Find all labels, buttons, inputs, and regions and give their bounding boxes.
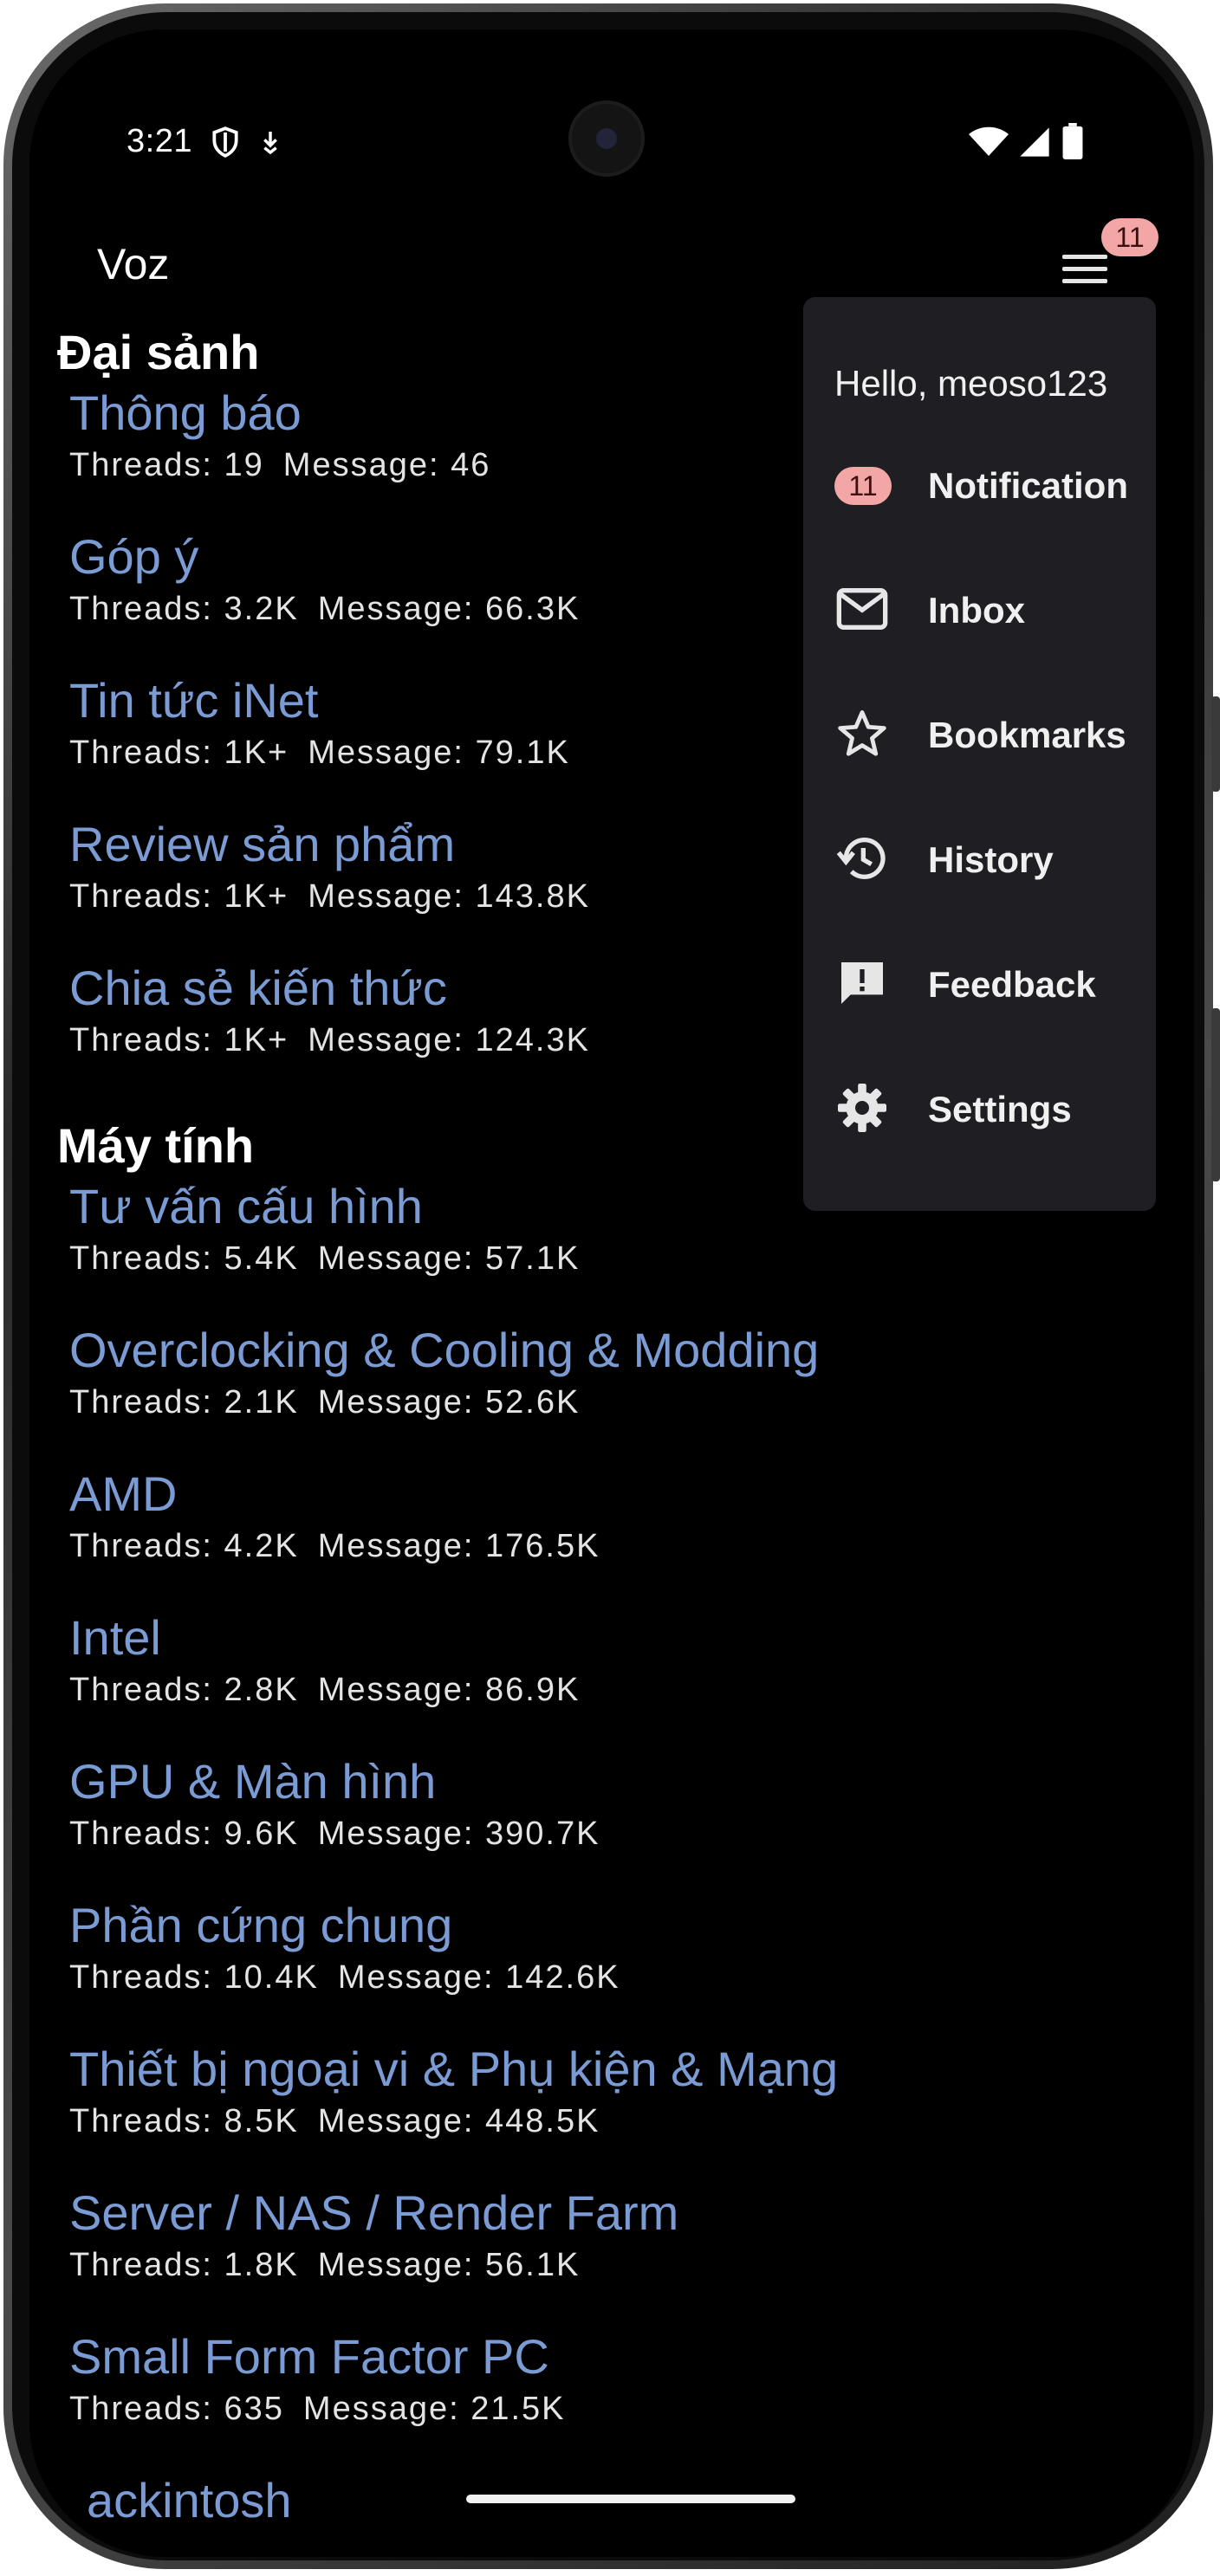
forum-name[interactable]: AMD <box>69 1466 1005 1523</box>
overflow-menu: Hello, meoso123 11 Notification Inbox Bo… <box>803 297 1156 1211</box>
messages-count: Message: 57.1K <box>317 1240 581 1277</box>
status-bar: 3:21 <box>29 29 1194 177</box>
forum-stats: Threads: 5.4K Message: 57.1K <box>69 1240 1005 1278</box>
forum-stats: Threads: 2.8K Message: 86.9K <box>69 1672 1005 1709</box>
star-icon <box>834 706 890 761</box>
forum-name[interactable]: Small Form Factor PC <box>69 2328 1005 2385</box>
forum-item[interactable]: Overclocking & Cooling & Modding Threads… <box>69 1322 1005 1421</box>
forum-item[interactable]: Phần cứng chung Threads: 10.4K Message: 1… <box>69 1897 1005 1997</box>
forum-name[interactable]: GPU & Màn hình <box>69 1753 1005 1810</box>
app-title: Voz <box>97 240 170 288</box>
menu-item-label: Bookmarks <box>928 715 1126 755</box>
forum-name[interactable]: Thiết bị ngoại vi & Phụ kiện & Mạng <box>69 2041 1005 2098</box>
messages-count: Message: 56.1K <box>317 2247 581 2283</box>
forum-stats: Threads: 10.4K Message: 142.6K <box>69 1959 1005 1997</box>
menu-item-bookmarks[interactable]: Bookmarks <box>803 682 1156 786</box>
messages-count: Message: 142.6K <box>337 1959 620 1996</box>
forum-stats: Threads: 635 Message: 21.5K <box>69 2391 1005 2428</box>
section-title: Máy tính <box>57 1118 255 1173</box>
forum-name[interactable]: Intel <box>69 1609 1005 1667</box>
forum-stats: Threads: 2.1K Message: 52.6K <box>69 1384 1005 1421</box>
screen: 3:21 Voz 11 Đại sảnh Thông báo Threads: … <box>29 29 1194 2557</box>
home-indicator[interactable] <box>466 2495 795 2503</box>
threads-count: Threads: 2.1K <box>69 1384 299 1421</box>
menu-item-settings[interactable]: Settings <box>803 1056 1156 1160</box>
menu-item-feedback[interactable]: Feedback <box>803 931 1156 1035</box>
messages-count: Message: 448.5K <box>317 2103 600 2139</box>
menu-item-history[interactable]: History <box>803 806 1156 910</box>
notification-count-badge: 11 <box>834 467 892 505</box>
threads-count: Threads: 19 <box>69 447 264 483</box>
menu-item-inbox[interactable]: Inbox <box>803 557 1156 661</box>
section-title: Đại sảnh <box>57 325 260 379</box>
messages-count: Message: 176.5K <box>317 1528 600 1564</box>
threads-count: Threads: 1K+ <box>69 1022 289 1058</box>
gear-icon <box>834 1080 890 1136</box>
menu-item-label: Inbox <box>928 590 1025 631</box>
messages-count: Message: 66.3K <box>317 591 581 627</box>
forum-item[interactable]: Small Form Factor PC Threads: 635 Message… <box>69 2328 1005 2428</box>
notification-count-badge: 11 <box>1101 218 1158 256</box>
forum-name[interactable]: Overclocking & Cooling & Modding <box>69 1322 1005 1379</box>
phone-frame: 3:21 Voz 11 Đại sảnh Thông báo Threads: … <box>3 3 1220 2569</box>
forum-item[interactable]: GPU & Màn hình Threads: 9.6K Message: 390… <box>69 1753 1005 1853</box>
threads-count: Threads: 4.2K <box>69 1528 299 1564</box>
menu-greeting: Hello, meoso123 <box>834 363 1108 404</box>
messages-count: Message: 86.9K <box>317 1672 581 1708</box>
menu-item-notification[interactable]: 11 Notification <box>803 432 1156 536</box>
forum-item[interactable]: Thiết bị ngoại vi & Phụ kiện & Mạng Thre… <box>69 2041 1005 2140</box>
threads-count: Threads: 3.2K <box>69 591 299 627</box>
threads-count: Threads: 5.4K <box>69 1240 299 1277</box>
threads-count: Threads: 1K+ <box>69 735 289 771</box>
forum-stats: Threads: 9.6K Message: 390.7K <box>69 1815 1005 1853</box>
threads-count: Threads: 2.8K <box>69 1672 299 1708</box>
history-icon <box>834 831 890 886</box>
messages-count: Message: 390.7K <box>317 1815 600 1852</box>
forum-item[interactable]: Server / NAS / Render Farm Threads: 1.8K… <box>69 2184 1005 2284</box>
threads-count: Threads: 1.8K <box>69 2247 299 2283</box>
menu-item-label: Feedback <box>928 964 1096 1005</box>
messages-count: Message: 21.5K <box>302 2391 566 2427</box>
threads-count: Threads: 10.4K <box>69 1959 319 1996</box>
menu-item-label: Settings <box>928 1089 1072 1129</box>
messages-count: Message: 143.8K <box>308 878 590 915</box>
volume-button <box>1211 696 1220 792</box>
messages-count: Message: 79.1K <box>308 735 570 771</box>
threads-count: Threads: 635 <box>69 2391 284 2427</box>
battery-icon <box>1062 123 1083 164</box>
forum-item[interactable]: Intel Threads: 2.8K Message: 86.9K <box>69 1609 1005 1709</box>
forum-stats: Threads: 1.8K Message: 56.1K <box>69 2247 1005 2284</box>
mail-icon <box>834 581 890 637</box>
signal-icon <box>1017 125 1052 164</box>
messages-count: Message: 46 <box>282 447 491 483</box>
power-button <box>1211 1008 1220 1181</box>
messages-count: Message: 52.6K <box>317 1384 581 1421</box>
forum-stats: Threads: 4.2K Message: 176.5K <box>69 1528 1005 1565</box>
threads-count: Threads: 8.5K <box>69 2103 299 2139</box>
front-camera <box>568 100 645 177</box>
forum-name[interactable]: Server / NAS / Render Farm <box>69 2184 1005 2242</box>
shield-icon <box>209 125 242 164</box>
wifi-icon <box>967 126 1010 162</box>
forum-name[interactable]: Phần cứng chung <box>69 1897 1005 1954</box>
forum-stats: Threads: 8.5K Message: 448.5K <box>69 2103 1005 2140</box>
menu-item-label: History <box>928 839 1054 880</box>
threads-count: Threads: 9.6K <box>69 1815 299 1852</box>
download-arrow-icon <box>256 125 284 164</box>
menu-item-label: Notification <box>928 465 1128 506</box>
messages-count: Message: 124.3K <box>308 1022 590 1058</box>
threads-count: Threads: 1K+ <box>69 878 289 915</box>
forum-item[interactable]: AMD Threads: 4.2K Message: 176.5K <box>69 1466 1005 1565</box>
feedback-icon <box>834 955 890 1011</box>
status-time: 3:21 <box>127 123 192 159</box>
menu-button[interactable] <box>1052 243 1114 294</box>
